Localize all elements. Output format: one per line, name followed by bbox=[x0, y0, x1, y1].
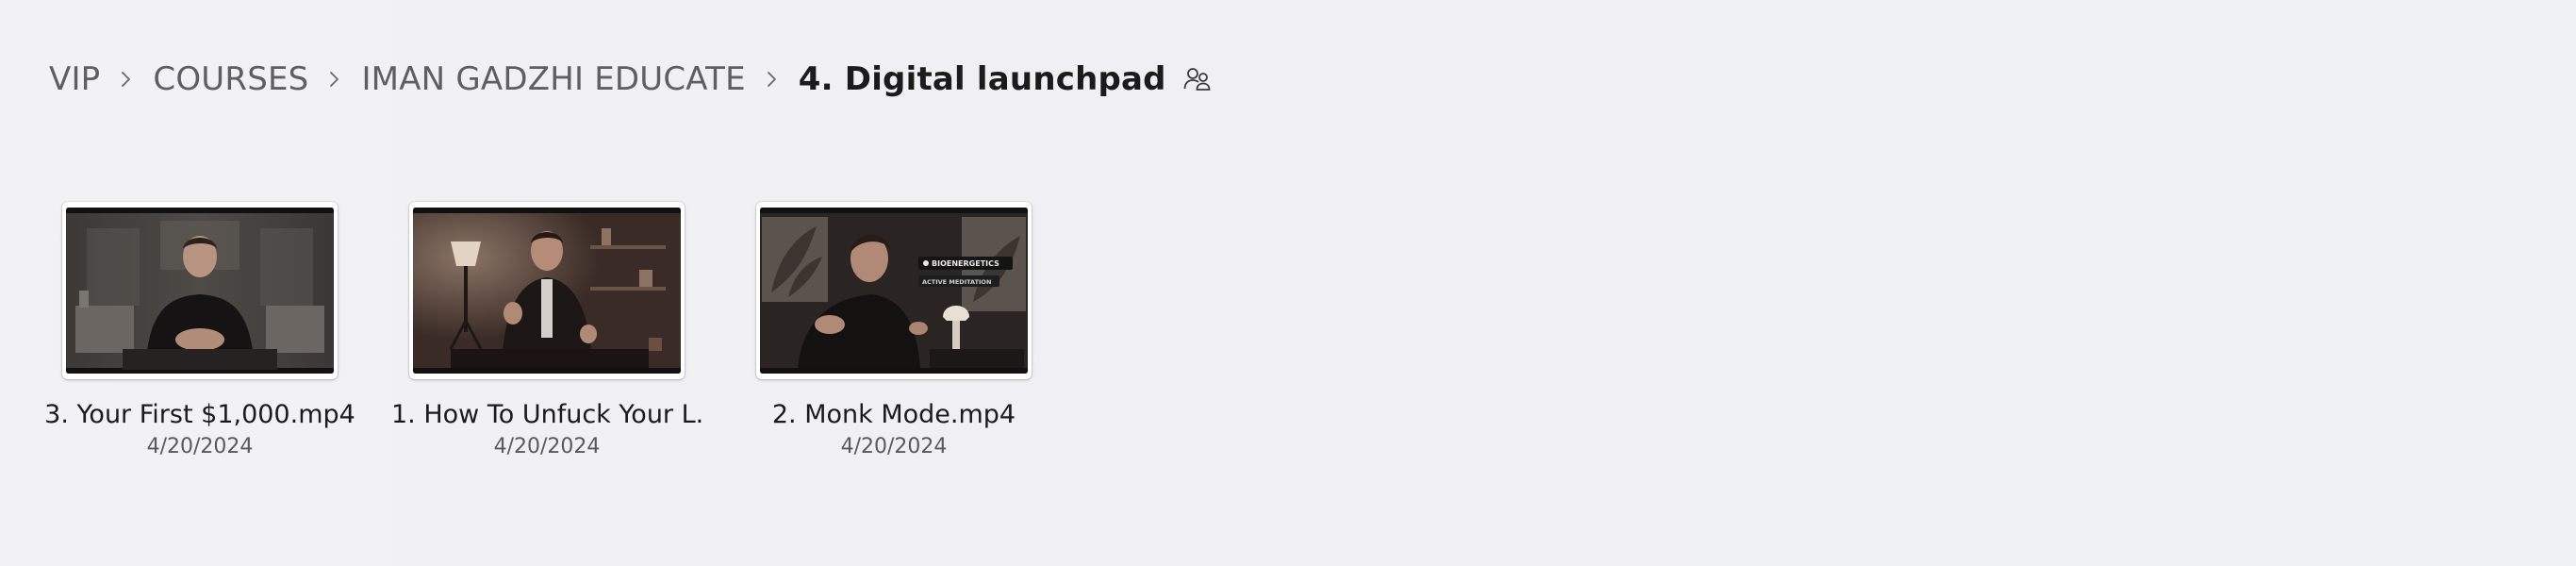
thumbnail-frame bbox=[62, 202, 338, 379]
breadcrumb-item-vip[interactable]: VIP bbox=[49, 60, 100, 98]
chevron-right-icon bbox=[308, 53, 361, 106]
video-thumbnail bbox=[66, 208, 334, 374]
thumbnail-overlay-line1: BIOENERGETICS bbox=[932, 259, 999, 268]
file-date: 4/20/2024 bbox=[146, 435, 254, 458]
breadcrumb-current-folder: 4. Digital launchpad bbox=[798, 60, 1166, 98]
chevron-right-icon bbox=[100, 53, 153, 106]
thumbnail-frame: BIOENERGETICS ACTIVE MEDITATION bbox=[756, 202, 1032, 379]
file-tile[interactable]: 3. Your First $1,000.mp4 4/20/2024 bbox=[44, 198, 355, 458]
file-date: 4/20/2024 bbox=[493, 435, 601, 458]
chevron-right-icon bbox=[746, 53, 799, 106]
file-name: 1. How To Unfuck Your L... bbox=[391, 400, 702, 429]
people-shared-icon[interactable] bbox=[1181, 63, 1214, 95]
file-tile[interactable]: 1. How To Unfuck Your L... 4/20/2024 bbox=[391, 198, 702, 458]
file-tile[interactable]: BIOENERGETICS ACTIVE MEDITATION 2. Monk … bbox=[747, 198, 1041, 458]
breadcrumb-item-courses[interactable]: COURSES bbox=[153, 60, 308, 98]
file-name: 3. Your First $1,000.mp4 bbox=[44, 400, 355, 429]
file-date: 4/20/2024 bbox=[840, 435, 948, 458]
breadcrumb: VIP COURSES IMAN GADZHI EDUCATE 4. Digit… bbox=[49, 53, 1214, 106]
breadcrumb-item-iman-gadzhi-educate[interactable]: IMAN GADZHI EDUCATE bbox=[361, 60, 745, 98]
video-thumbnail bbox=[413, 208, 681, 374]
file-name: 2. Monk Mode.mp4 bbox=[771, 400, 1016, 429]
thumbnail-frame bbox=[409, 202, 685, 379]
file-grid: 3. Your First $1,000.mp4 4/20/2024 1. Ho… bbox=[44, 198, 1094, 458]
video-thumbnail: BIOENERGETICS ACTIVE MEDITATION bbox=[760, 208, 1028, 374]
thumbnail-overlay-line2: ACTIVE MEDITATION bbox=[922, 278, 991, 286]
